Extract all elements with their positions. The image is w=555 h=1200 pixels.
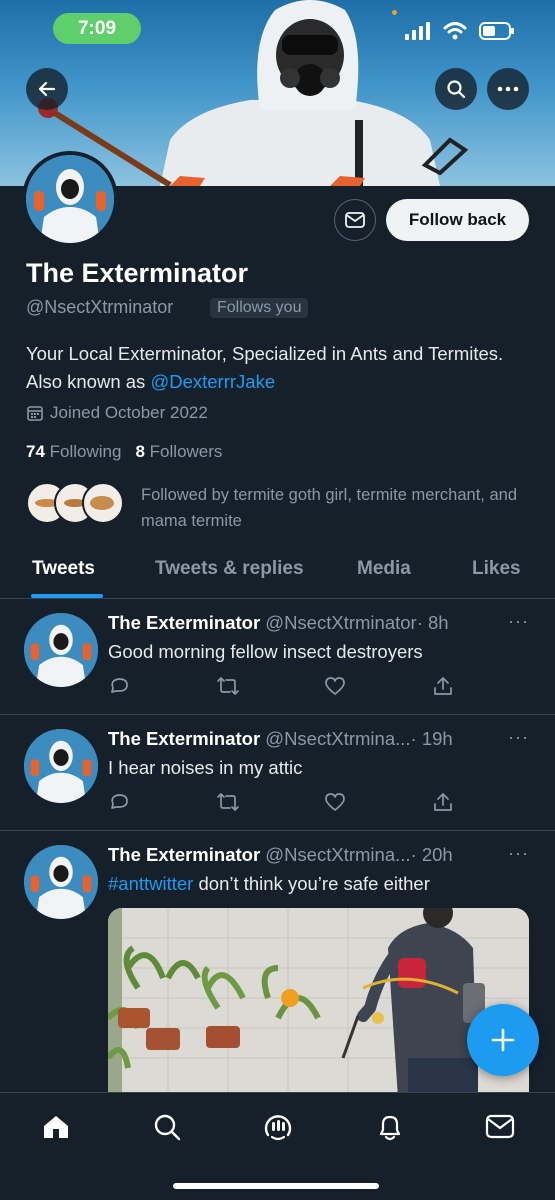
search-button[interactable] xyxy=(435,68,477,110)
tweet-text: #anttwitter don’t think you’re safe eith… xyxy=(108,873,430,895)
tweet-author-handle[interactable]: @NsectXtrminator xyxy=(265,612,416,633)
tweet-author-handle[interactable]: @NsectXtrmina... xyxy=(265,728,410,749)
tweet-time[interactable]: · 20h xyxy=(411,844,453,865)
tweet-time[interactable]: · 8h xyxy=(417,612,449,633)
home-indicator xyxy=(173,1183,379,1189)
nav-notifications[interactable] xyxy=(372,1109,408,1145)
reply-icon[interactable] xyxy=(108,791,130,813)
calendar-icon xyxy=(27,406,43,421)
mail-icon xyxy=(345,212,365,228)
profile-bio: Your Local Exterminator, Specialized in … xyxy=(26,340,526,396)
profile-handle: @NsectXtrminator xyxy=(26,297,174,317)
avatar-image xyxy=(24,845,98,919)
nav-messages[interactable] xyxy=(482,1109,518,1145)
tweet-more-button[interactable]: ··· xyxy=(508,727,529,748)
retweet-icon[interactable] xyxy=(216,791,240,813)
tweet-hashtag[interactable]: #anttwitter xyxy=(108,873,193,894)
tweet-time[interactable]: · 19h xyxy=(411,728,453,749)
notifications-icon xyxy=(379,1115,401,1141)
tweet-more-button[interactable]: ··· xyxy=(508,843,529,864)
like-icon[interactable] xyxy=(324,791,346,813)
tweet-header: The Exterminator @NsectXtrminator· 8h xyxy=(108,612,449,634)
tweet-avatar[interactable] xyxy=(24,845,98,919)
privacy-indicator-dot xyxy=(392,10,397,15)
followed-by-text[interactable]: Followed by termite goth girl, termite m… xyxy=(141,482,536,534)
back-button[interactable] xyxy=(26,68,68,110)
more-options-button[interactable] xyxy=(487,68,529,110)
following-link[interactable]: 74 Following xyxy=(26,442,121,462)
tweet-header: The Exterminator @NsectXtrmina...· 20h xyxy=(108,844,453,866)
follow-counts: 74 Following 8 Followers xyxy=(26,442,222,462)
search-icon xyxy=(154,1114,181,1141)
tweet-actions xyxy=(108,791,454,813)
share-icon[interactable] xyxy=(432,675,454,697)
tweet-media-image[interactable] xyxy=(108,908,529,1098)
termite-image xyxy=(90,496,114,510)
compose-plus-icon xyxy=(491,1028,515,1052)
cellular-signal-icon xyxy=(405,22,430,40)
tweet[interactable]: The Exterminator @NsectXtrminator· 8h ··… xyxy=(0,599,555,715)
followers-link[interactable]: 8 Followers xyxy=(135,442,222,462)
tweet-actions xyxy=(108,675,454,697)
tab-likes[interactable]: Likes xyxy=(472,558,521,580)
followers-count: 8 xyxy=(135,442,145,461)
more-icon xyxy=(497,86,519,92)
joined-text: Joined October 2022 xyxy=(50,403,208,422)
tab-tweets[interactable]: Tweets xyxy=(32,558,95,580)
nav-spaces[interactable] xyxy=(260,1109,296,1145)
tweet-author-handle[interactable]: @NsectXtrmina... xyxy=(265,844,410,865)
exterminator-spraying-photo xyxy=(108,908,529,1098)
follows-you-badge: Follows you xyxy=(210,298,309,318)
spaces-icon xyxy=(264,1115,292,1141)
tweet-author-name[interactable]: The Exterminator xyxy=(108,612,260,633)
reply-icon[interactable] xyxy=(108,675,130,697)
joined-date: Joined October 2022 xyxy=(26,403,208,423)
status-time: 7:09 xyxy=(53,13,141,44)
tweet-header: The Exterminator @NsectXtrmina...· 19h xyxy=(108,728,453,750)
home-icon xyxy=(44,1116,68,1138)
search-icon xyxy=(447,80,466,99)
tweet-more-button[interactable]: ··· xyxy=(508,611,529,632)
share-icon[interactable] xyxy=(432,791,454,813)
following-label: Following xyxy=(49,442,122,461)
tweet-text: Good morning fellow insect destroyers xyxy=(108,641,423,662)
bio-mention-link[interactable]: @DexterrrJake xyxy=(150,371,275,392)
nav-search[interactable] xyxy=(149,1109,185,1145)
tweet-avatar[interactable] xyxy=(24,613,98,687)
active-tab-indicator xyxy=(31,594,103,598)
tab-media[interactable]: Media xyxy=(357,558,411,580)
tab-tweets-replies[interactable]: Tweets & replies xyxy=(155,558,304,580)
followed-by-avatars[interactable] xyxy=(26,482,124,524)
followers-label: Followers xyxy=(149,442,223,461)
follow-back-button[interactable]: Follow back xyxy=(386,199,529,241)
avatar-image xyxy=(24,729,98,803)
tweet-author-name[interactable]: The Exterminator xyxy=(108,844,260,865)
wifi-icon xyxy=(443,22,467,40)
compose-tweet-button[interactable] xyxy=(467,1004,539,1076)
like-icon[interactable] xyxy=(324,675,346,697)
tweet-text: I hear noises in my attic xyxy=(108,757,303,778)
follower-avatar xyxy=(82,482,124,524)
back-arrow-icon xyxy=(38,81,56,97)
battery-icon xyxy=(479,22,514,40)
messages-icon xyxy=(485,1114,515,1139)
avatar-image xyxy=(24,613,98,687)
tweet-author-name[interactable]: The Exterminator xyxy=(108,728,260,749)
profile-name: The Exterminator xyxy=(26,258,249,288)
sprayer-handle xyxy=(421,137,469,175)
nav-home[interactable] xyxy=(38,1109,74,1145)
following-count: 74 xyxy=(26,442,45,461)
tweet[interactable]: The Exterminator @NsectXtrmina...· 19h ·… xyxy=(0,715,555,831)
avatar-image xyxy=(26,155,114,243)
tweet-text-body: don’t think you’re safe either xyxy=(193,873,430,894)
profile-tabs: Tweets Tweets & replies Media Likes xyxy=(0,548,555,599)
tweet-avatar[interactable] xyxy=(24,729,98,803)
profile-avatar[interactable] xyxy=(22,151,118,247)
retweet-icon[interactable] xyxy=(216,675,240,697)
status-icons xyxy=(405,22,515,40)
message-button[interactable] xyxy=(334,199,376,241)
